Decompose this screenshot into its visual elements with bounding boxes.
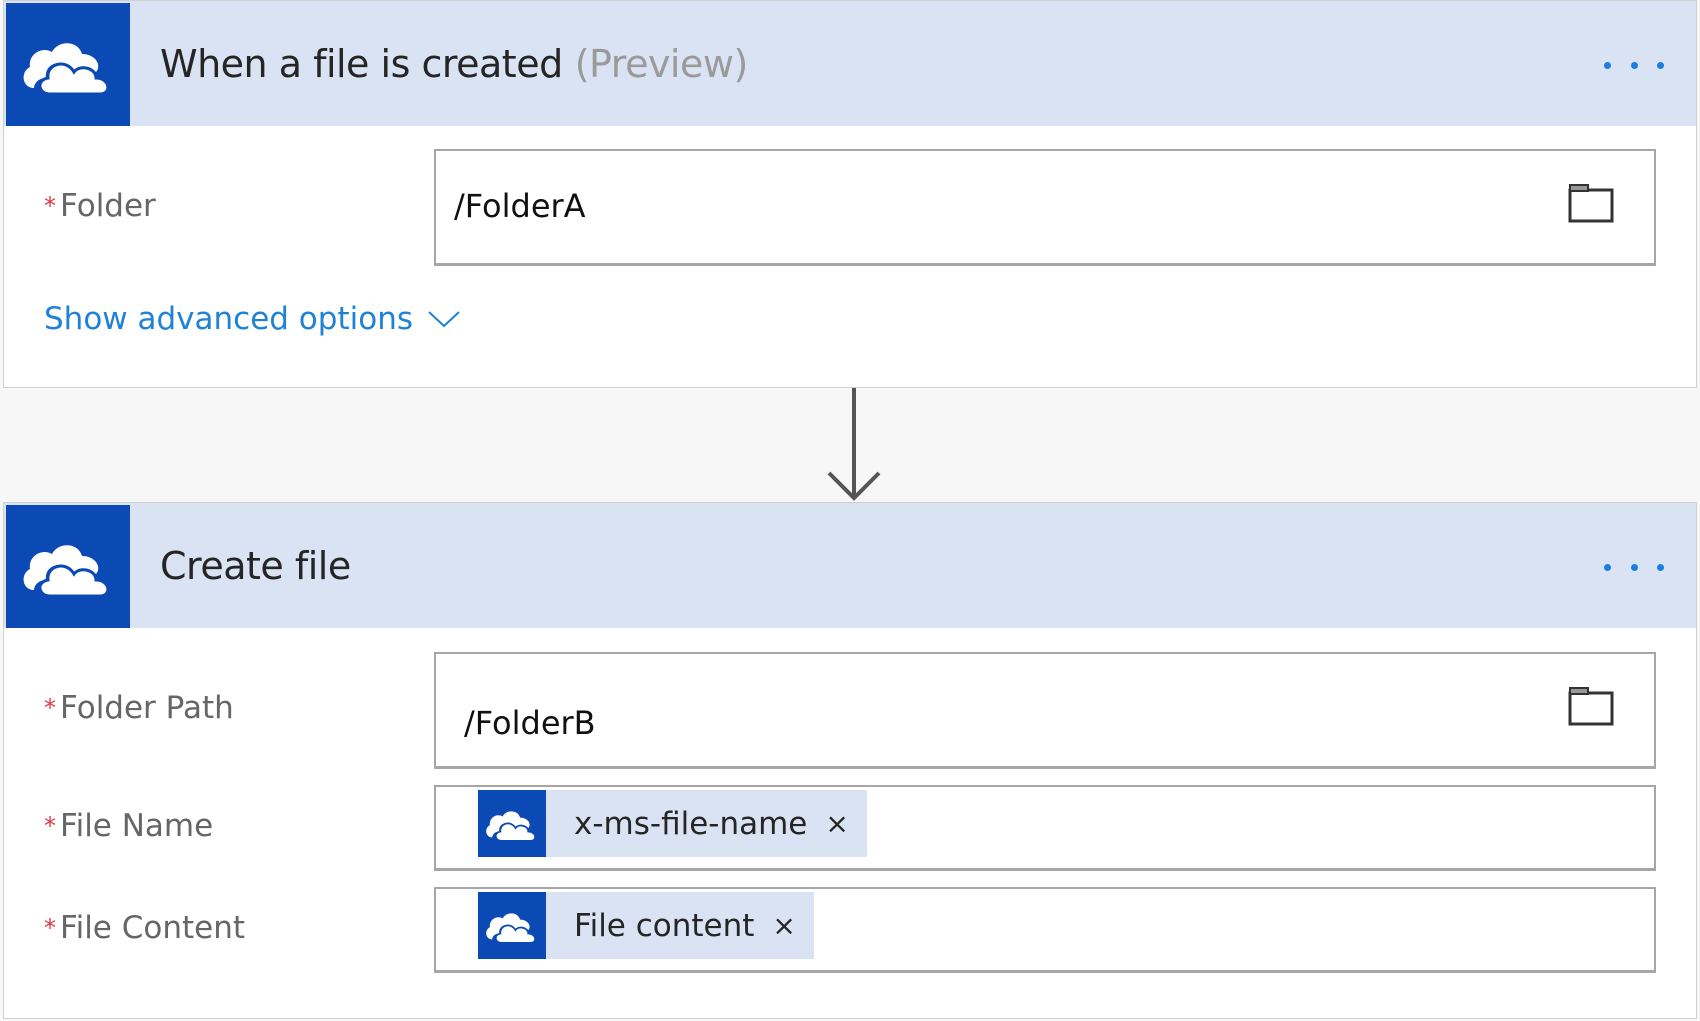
required-marker: * bbox=[44, 694, 56, 722]
file-name-label: * File Name bbox=[44, 808, 214, 844]
token-chip-file-name[interactable]: x-ms-file-name × bbox=[478, 790, 867, 857]
required-marker: * bbox=[44, 812, 56, 840]
show-advanced-options-link[interactable]: Show advanced options bbox=[44, 301, 461, 337]
folder-path-label: * Folder Path bbox=[44, 690, 234, 726]
create-file-card-header[interactable]: Create file bbox=[4, 503, 1696, 628]
ellipsis-icon bbox=[1604, 563, 1611, 571]
folder-path-value: /FolderB bbox=[464, 704, 596, 742]
file-content-label: * File Content bbox=[44, 910, 246, 946]
onedrive-cloud-icon bbox=[478, 790, 546, 857]
trigger-card: When a file is created (Preview) * Folder… bbox=[3, 0, 1697, 388]
remove-token-icon[interactable]: × bbox=[772, 909, 795, 942]
folder-input-value: /FolderA bbox=[454, 187, 586, 225]
onedrive-cloud-icon bbox=[478, 892, 546, 959]
chevron-down-icon bbox=[428, 311, 460, 328]
folder-icon[interactable] bbox=[1568, 686, 1614, 726]
token-label: File content bbox=[574, 907, 755, 944]
ellipsis-icon bbox=[1604, 61, 1611, 69]
arrow-down-icon bbox=[827, 388, 881, 501]
token-label: x-ms-file-name bbox=[574, 805, 808, 842]
trigger-title-text: When a file is created bbox=[160, 41, 563, 86]
onedrive-cloud-icon bbox=[6, 505, 130, 628]
file-content-input[interactable]: File content × bbox=[434, 887, 1656, 973]
create-file-card: Create file * Folder Path /FolderB * File … bbox=[3, 502, 1697, 1019]
create-file-card-title: Create file bbox=[160, 543, 351, 588]
required-marker: * bbox=[44, 914, 56, 942]
trigger-more-button[interactable] bbox=[1604, 51, 1664, 79]
onedrive-cloud-icon bbox=[6, 3, 130, 126]
token-chip-file-content[interactable]: File content × bbox=[478, 892, 814, 959]
folder-input[interactable]: /FolderA bbox=[434, 149, 1656, 266]
remove-token-icon[interactable]: × bbox=[825, 807, 848, 840]
preview-badge: (Preview) bbox=[574, 41, 749, 86]
file-name-input[interactable]: x-ms-file-name × bbox=[434, 785, 1656, 871]
trigger-card-title: When a file is created (Preview) bbox=[160, 1, 748, 126]
folder-path-input[interactable]: /FolderB bbox=[434, 652, 1656, 769]
folder-icon[interactable] bbox=[1568, 183, 1614, 223]
trigger-card-header[interactable]: When a file is created (Preview) bbox=[4, 1, 1696, 126]
create-file-more-button[interactable] bbox=[1604, 553, 1664, 581]
folder-label: * Folder bbox=[44, 188, 156, 224]
required-marker: * bbox=[44, 192, 56, 220]
